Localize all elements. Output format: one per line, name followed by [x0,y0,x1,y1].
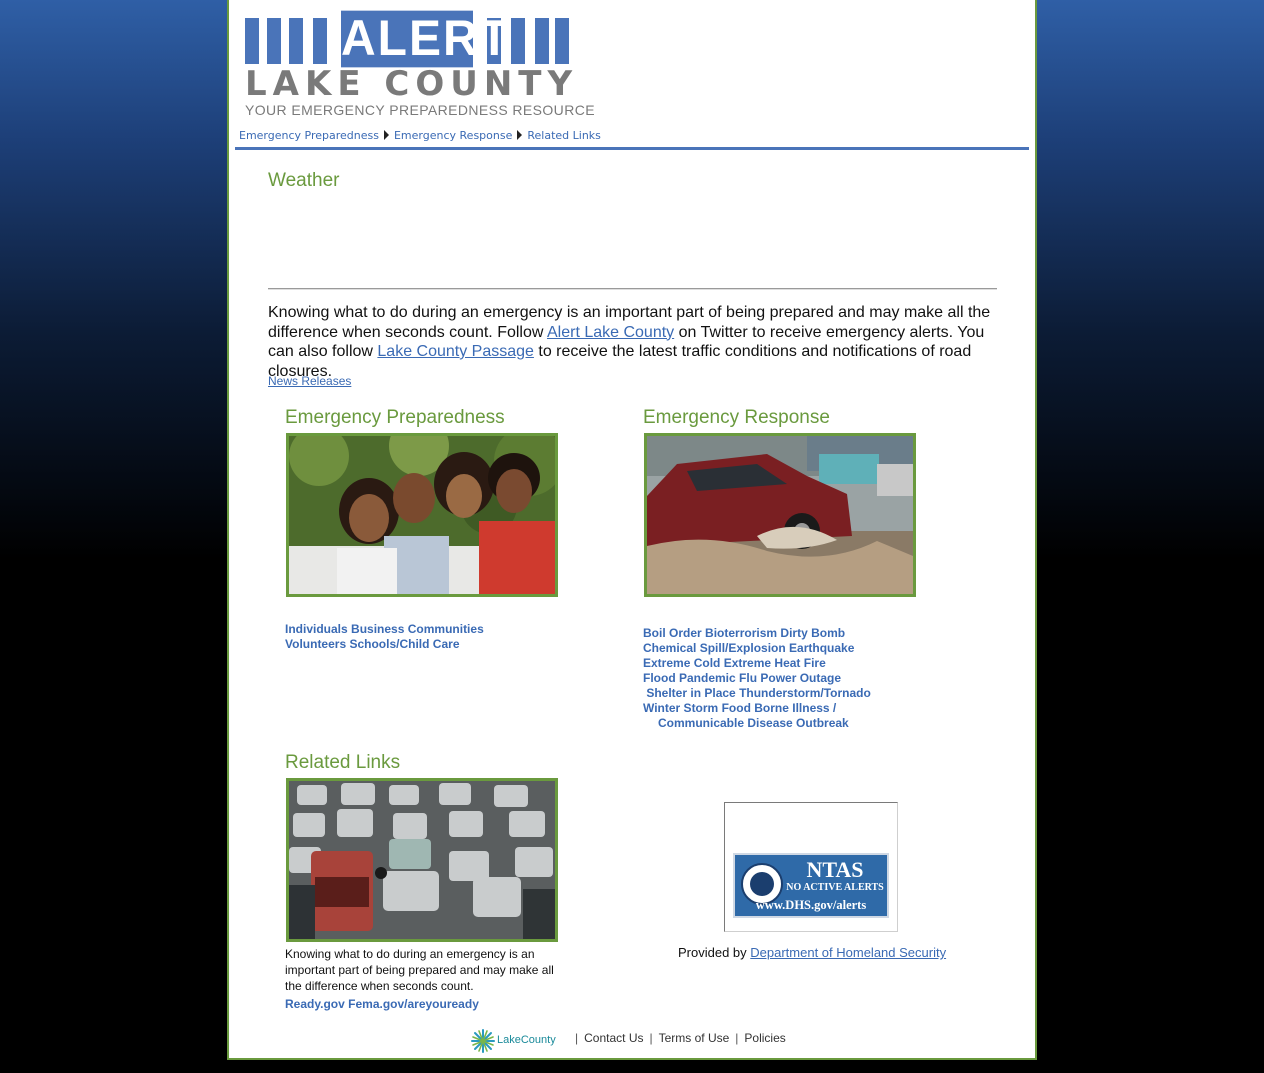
traffic-photo-image [289,781,555,939]
related-links-text: Knowing what to do during an emergency i… [285,947,554,993]
ntas-badge[interactable]: NTAS NO ACTIVE ALERTS www.DHS.gov/alerts [733,853,889,918]
lake-county-logo-text: LakeCounty [497,1034,556,1046]
lake-county-logo[interactable]: LakeCounty [471,1026,563,1054]
related-links-list: Ready.gov Fema.gov/areyouready [285,997,479,1011]
link-communities[interactable]: Communities [408,622,484,636]
family-photo[interactable] [286,433,558,597]
ntas-widget[interactable]: NTAS NO ACTIVE ALERTS www.DHS.gov/alerts [724,802,898,932]
link-chemical-spill[interactable]: Chemical Spill/Explosion [643,641,786,655]
link-flood[interactable]: Flood [643,671,676,685]
flood-car-photo-image [647,436,913,594]
logo-bar [511,18,525,64]
ntas-url: www.DHS.gov/alerts [755,898,867,912]
response-heading[interactable]: Emergency Response [643,407,830,429]
footer-policies[interactable]: Policies [744,1031,785,1045]
logo-county-name: LAKE COUNTY [245,64,579,104]
preparedness-heading[interactable]: Emergency Preparedness [285,407,505,429]
footer-links: | Contact Us | Terms of Use | Policies [569,1031,786,1045]
link-volunteers[interactable]: Volunteers [285,637,346,651]
nav-emergency-response[interactable]: Emergency Response [394,129,512,142]
weather-heading: Weather [268,170,340,191]
ntas-provided-by: Provided by Department of Homeland Secur… [678,945,946,960]
provided-by-text: Provided by [678,945,751,960]
link-bioterrorism[interactable]: Bioterrorism [705,626,777,640]
logo-bar [289,18,303,64]
footer-separator: | [575,1031,579,1045]
related-links-heading[interactable]: Related Links [285,752,400,774]
breadcrumb-nav: Emergency Preparedness Emergency Response… [239,129,601,142]
response-links: Boil Order Bioterrorism Dirty Bomb Chemi… [643,626,871,731]
link-business[interactable]: Business [351,622,404,636]
lake-county-burst-icon [471,1029,495,1053]
footer-separator: | [649,1031,653,1045]
nav-arrow-icon [383,130,389,140]
link-fema-areyouready[interactable]: Fema.gov/areyouready [348,997,479,1011]
logo-bar [267,18,281,64]
link-pandemic-flu[interactable]: Pandemic Flu [679,671,757,685]
traffic-photo[interactable] [286,778,558,942]
link-winter-storm[interactable]: Winter Storm [643,701,718,715]
horizontal-rule [268,288,997,290]
flood-car-photo[interactable] [644,433,916,597]
logo-bar [245,18,259,64]
footer-terms-of-use[interactable]: Terms of Use [659,1031,730,1045]
link-extreme-heat[interactable]: Extreme Heat [724,656,801,670]
news-releases-wrap: News Releases [268,374,351,388]
link-boil-order[interactable]: Boil Order [643,626,702,640]
link-schools-child-care[interactable]: Schools/Child Care [349,637,459,651]
intro-paragraph: Knowing what to do during an emergency i… [268,303,998,381]
footer-contact-us[interactable]: Contact Us [584,1031,643,1045]
link-fire[interactable]: Fire [804,656,826,670]
lake-county-passage-link[interactable]: Lake County Passage [377,343,534,360]
logo-bar [535,18,549,64]
link-individuals[interactable]: Individuals [285,622,348,636]
link-thunderstorm-tornado[interactable]: Thunderstorm/Tornado [739,686,871,700]
ntas-title: NTAS [806,857,864,882]
page-container: ALERT LAKE COUNTY YOUR EMERGENCY PREPARE… [227,0,1037,1060]
link-extreme-cold[interactable]: Extreme Cold [643,656,720,670]
link-food-borne-illness[interactable]: Food Borne Illness / [722,701,837,715]
link-shelter-in-place[interactable]: Shelter in Place [646,686,735,700]
logo-bar [555,18,569,64]
news-releases-link[interactable]: News Releases [268,374,351,388]
alert-lake-county-logo[interactable]: ALERT LAKE COUNTY YOUR EMERGENCY PREPARE… [245,10,595,118]
link-power-outage[interactable]: Power Outage [760,671,841,685]
ntas-status: NO ACTIVE ALERTS [786,882,884,893]
preparedness-links: Individuals Business Communities Volunte… [285,622,484,652]
nav-divider [235,147,1029,150]
dhs-link[interactable]: Department of Homeland Security [750,945,946,960]
nav-arrow-icon [517,130,523,140]
nav-emergency-preparedness[interactable]: Emergency Preparedness [239,129,379,142]
link-communicable-disease[interactable]: Communicable Disease Outbreak [658,716,849,730]
link-dirty-bomb[interactable]: Dirty Bomb [780,626,845,640]
link-earthquake[interactable]: Earthquake [789,641,854,655]
footer-separator: | [735,1031,739,1045]
alert-lake-county-link[interactable]: Alert Lake County [547,324,674,341]
logo-alert-word: ALERT [341,10,511,68]
link-ready-gov[interactable]: Ready.gov [285,997,345,1011]
family-photo-image [289,436,555,594]
nav-related-links[interactable]: Related Links [527,129,601,142]
logo-bar [313,18,327,64]
logo-tagline: YOUR EMERGENCY PREPAREDNESS RESOURCE [245,102,595,118]
